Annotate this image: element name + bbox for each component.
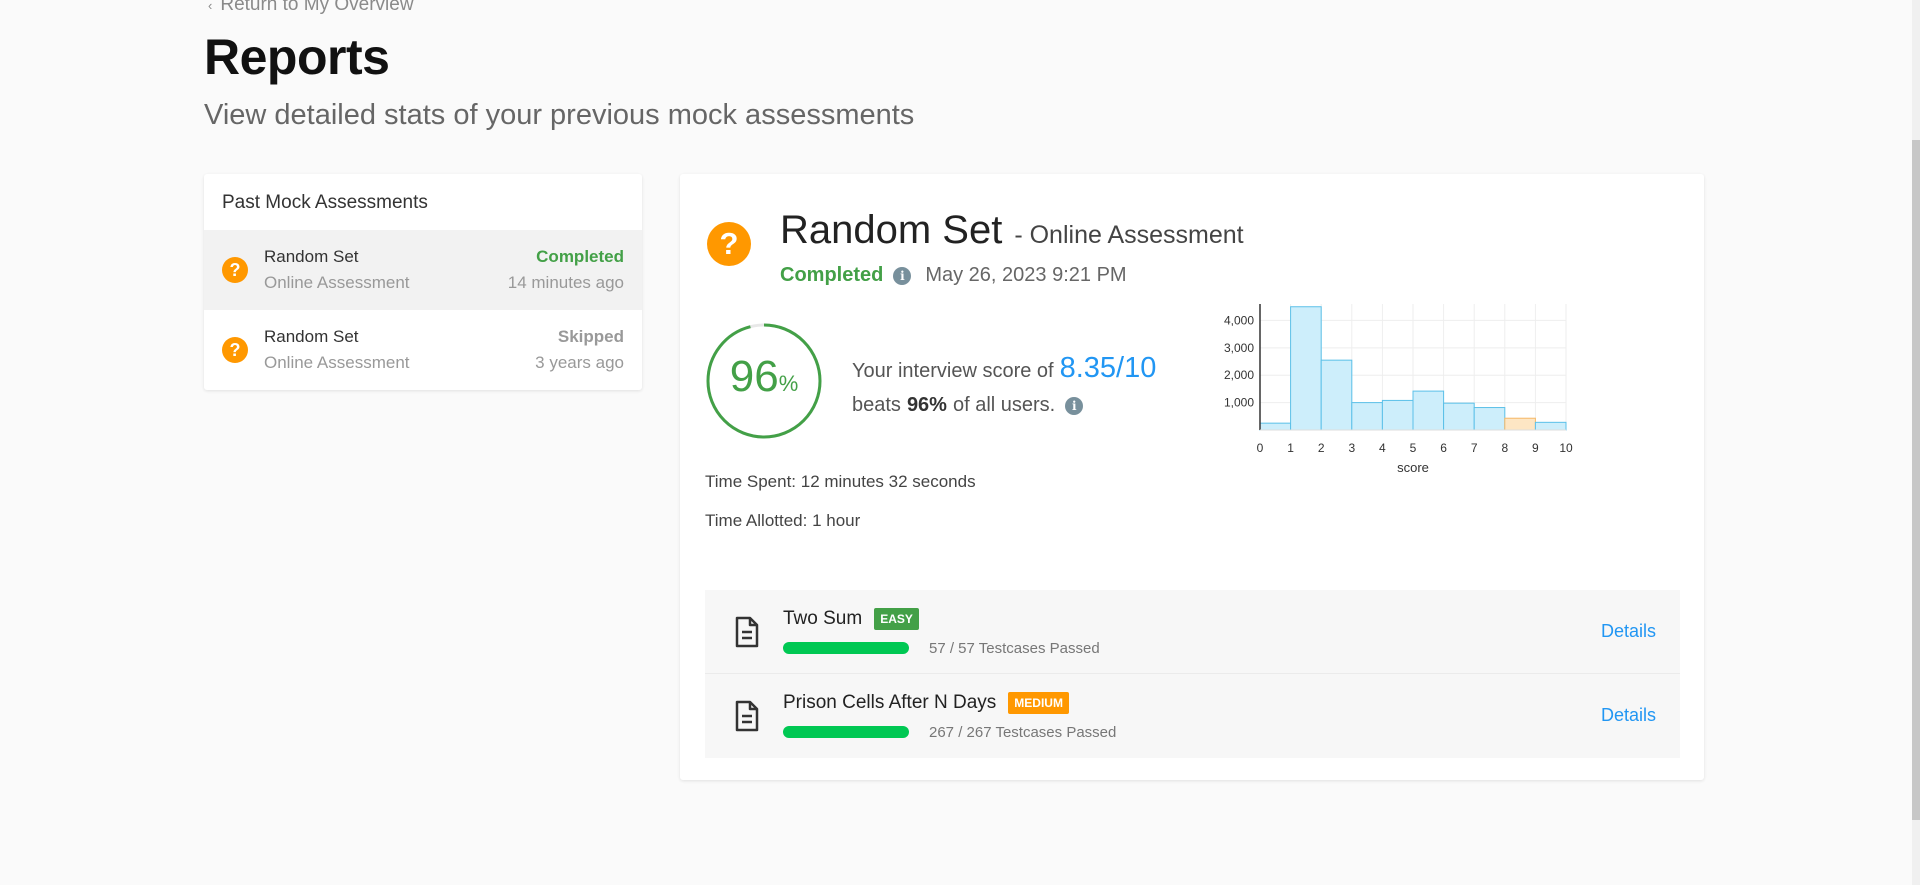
histogram-bar <box>1443 402 1475 431</box>
assessment-type: Online Assessment <box>264 353 410 372</box>
x-tick-label: 4 <box>1379 441 1386 455</box>
reports-page: ‹ Return to My Overview Reports View det… <box>204 0 1704 885</box>
assessment-time: 3 years ago <box>535 353 624 372</box>
x-tick-label: 8 <box>1501 441 1508 455</box>
beats-line: beats 96% of all users. i <box>852 394 1097 417</box>
histogram-bar <box>1351 402 1383 431</box>
x-tick-label: 0 <box>1257 441 1264 455</box>
question-icon: ? <box>222 337 248 363</box>
assessment-name: Random Set <box>264 247 359 266</box>
histogram-bar <box>1320 359 1353 431</box>
detail-name: Random Set <box>780 208 1003 252</box>
x-tick-label: 6 <box>1440 441 1447 455</box>
document-icon <box>735 616 759 648</box>
x-tick-label: 3 <box>1348 441 1355 455</box>
status-badge: Completed <box>780 264 884 286</box>
problem-name: Prison Cells After N Days <box>783 692 997 713</box>
assessment-item[interactable]: ? Random Set Online Assessment Completed… <box>204 230 642 310</box>
x-tick-label: 10 <box>1559 441 1573 455</box>
assessment-status: Completed <box>536 247 624 266</box>
details-link[interactable]: Details <box>1601 621 1656 642</box>
histogram-bar <box>1473 407 1506 431</box>
info-icon[interactable]: i <box>1065 396 1084 415</box>
score-prefix: Your interview score of <box>852 360 1054 382</box>
status-line: Completed i May 26, 2023 9:21 PM <box>780 264 1127 287</box>
return-link[interactable]: ‹ Return to My Overview <box>208 0 414 16</box>
difficulty-badge: EASY <box>874 608 919 630</box>
testcases-passed: 57 / 57 Testcases Passed <box>929 640 1100 657</box>
problem-list: Two Sum EASY 57 / 57 Testcases Passed De… <box>705 590 1680 758</box>
assessment-item[interactable]: ? Random Set Online Assessment Skipped 3… <box>204 310 642 390</box>
page-subtitle: View detailed stats of your previous moc… <box>204 99 915 131</box>
testcase-progress-bar <box>783 726 909 738</box>
x-tick-label: 7 <box>1471 441 1478 455</box>
percentile-number: 96 <box>729 352 779 401</box>
histogram-bar <box>1504 417 1536 431</box>
time-allotted: Time Allotted: 1 hour <box>705 511 861 530</box>
x-tick-label: 2 <box>1318 441 1325 455</box>
histogram-bar <box>1412 390 1445 431</box>
testcase-progress-bar <box>783 642 909 654</box>
problem-row: Prison Cells After N Days MEDIUM 267 / 2… <box>705 674 1680 758</box>
assessment-type: Online Assessment <box>264 273 410 292</box>
percentile-value: 96% <box>705 352 823 402</box>
beats-prefix: beats <box>852 394 901 416</box>
x-tick-label: 1 <box>1287 441 1294 455</box>
assessment-date: May 26, 2023 9:21 PM <box>925 264 1127 286</box>
histogram-bar <box>1534 421 1567 431</box>
x-tick-label: 5 <box>1410 441 1417 455</box>
details-link[interactable]: Details <box>1601 705 1656 726</box>
detail-title: Random Set - Online Assessment <box>780 208 1244 253</box>
y-tick-label: 3,000 <box>1224 341 1254 355</box>
sidebar-heading: Past Mock Assessments <box>222 192 428 213</box>
assessment-detail-panel: ? Random Set - Online Assessment Complet… <box>680 174 1704 780</box>
histogram-bar <box>1290 306 1322 431</box>
x-tick-label: 9 <box>1532 441 1539 455</box>
time-spent: Time Spent: 12 minutes 32 seconds <box>705 472 976 491</box>
y-tick-label: 4,000 <box>1224 313 1254 327</box>
problem-row: Two Sum EASY 57 / 57 Testcases Passed De… <box>705 590 1680 674</box>
testcases-passed: 267 / 267 Testcases Passed <box>929 724 1117 741</box>
past-assessments-panel: Past Mock Assessments ? Random Set Onlin… <box>204 174 642 390</box>
histogram-bar <box>1381 399 1414 431</box>
percent-sign: % <box>778 371 799 396</box>
beats-suffix: of all users. <box>952 394 1056 416</box>
question-icon: ? <box>707 222 751 266</box>
info-icon[interactable]: i <box>893 266 912 285</box>
assessment-name: Random Set <box>264 327 359 346</box>
y-tick-label: 2,000 <box>1224 368 1254 382</box>
assessment-time: 14 minutes ago <box>507 273 624 292</box>
chevron-left-icon: ‹ <box>208 0 213 13</box>
score-line: Your interview score of 8.35/10 <box>852 352 1156 385</box>
assessment-status: Skipped <box>557 327 624 346</box>
document-icon <box>735 700 759 732</box>
page-title: Reports <box>204 29 390 85</box>
x-axis-label: score <box>1397 460 1429 475</box>
problem-name: Two Sum <box>783 608 863 629</box>
y-tick-label: 1,000 <box>1224 396 1254 410</box>
question-icon: ? <box>222 257 248 283</box>
histogram-bar <box>1259 422 1292 431</box>
return-label: Return to My Overview <box>220 0 414 15</box>
difficulty-badge: MEDIUM <box>1008 692 1069 714</box>
beats-value: 96% <box>906 394 947 416</box>
detail-type: - Online Assessment <box>1014 221 1244 249</box>
score-distribution-chart: 0123456789101,0002,0003,0004,000score# o… <box>1224 304 1573 475</box>
interview-score: 8.35/10 <box>1059 352 1157 384</box>
scrollbar-thumb[interactable] <box>1912 140 1920 820</box>
